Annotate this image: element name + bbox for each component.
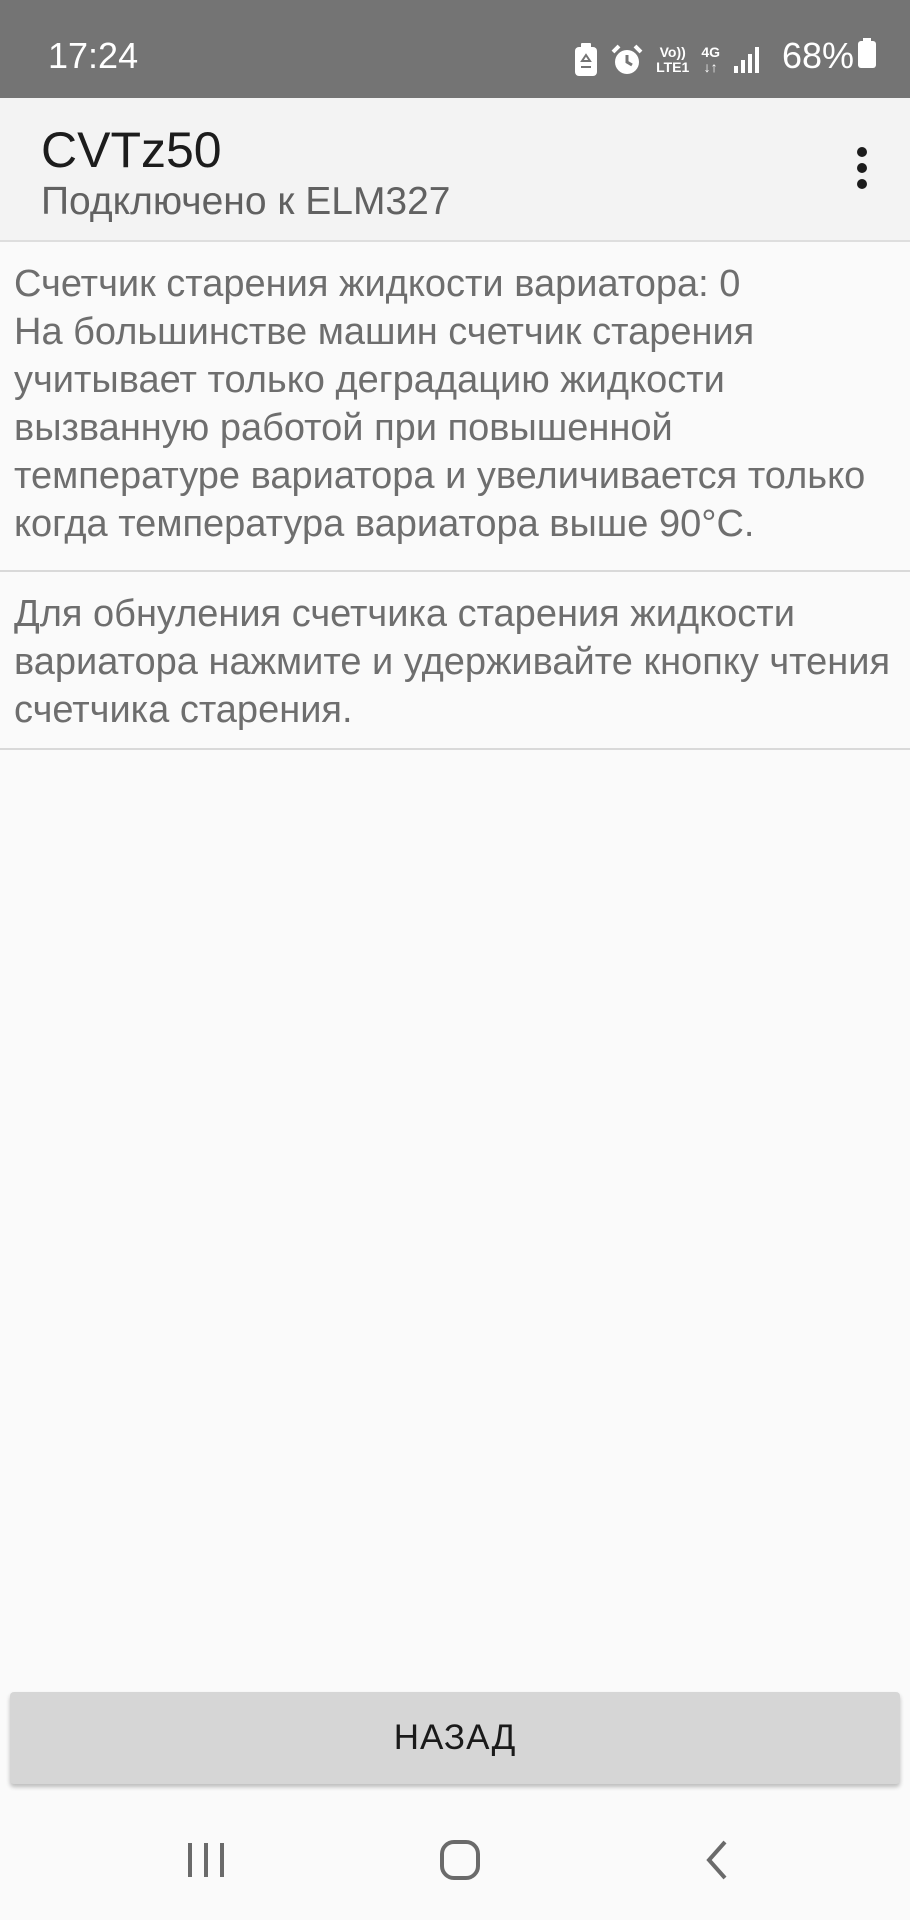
home-icon[interactable] <box>420 1830 500 1890</box>
status-bar: 17:24 Vo)) LTE1 4G ↓↑ 68% <box>0 0 910 98</box>
app-title: CVTz50 <box>41 122 222 178</box>
reset-instructions: Для обнуления счетчика старения жидкости… <box>0 572 910 750</box>
status-icons: Vo)) LTE1 4G ↓↑ <box>574 40 762 80</box>
app-bar: CVTz50 Подключено к ELM327 <box>0 98 910 242</box>
aging-counter-info: Счетчик старения жидкости вариатора: 0 Н… <box>0 242 910 572</box>
recent-apps-icon[interactable] <box>166 1830 246 1890</box>
signal-icon <box>732 45 762 75</box>
network-4g-icon: 4G ↓↑ <box>701 45 720 75</box>
back-button[interactable]: НАЗАД <box>10 1692 900 1784</box>
connection-status: Подключено к ELM327 <box>41 180 451 223</box>
battery-status: 68% <box>782 34 876 78</box>
battery-icon <box>858 34 876 78</box>
eco-mode-icon <box>574 43 598 77</box>
back-icon[interactable] <box>676 1830 756 1890</box>
network-4g-label: 4G <box>701 44 720 60</box>
volte-top-label: Vo)) <box>659 44 686 60</box>
status-time: 17:24 <box>48 35 139 76</box>
data-arrows-icon: ↓↑ <box>703 59 718 75</box>
content-area: Счетчик старения жидкости вариатора: 0 Н… <box>0 242 910 750</box>
navigation-bar <box>0 1800 910 1920</box>
alarm-icon <box>610 43 644 77</box>
more-vert-icon[interactable] <box>832 138 892 198</box>
volte-icon: Vo)) LTE1 <box>656 45 689 75</box>
battery-percentage: 68% <box>781 35 854 76</box>
volte-bottom-label: LTE1 <box>656 59 690 75</box>
